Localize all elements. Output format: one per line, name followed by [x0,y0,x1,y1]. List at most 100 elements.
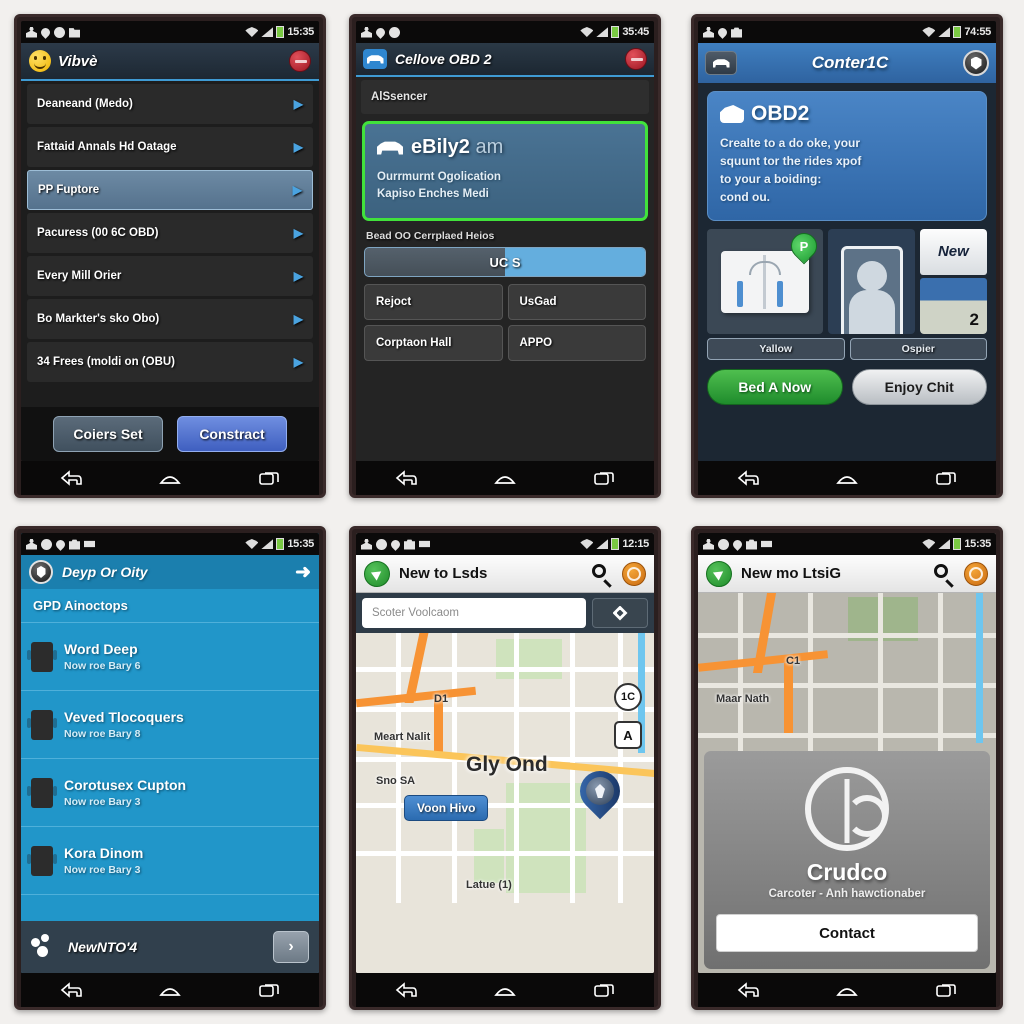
cell-obd-promo: 74:55 Conter1C OBD2 Crealte to a do oke,… [670,0,1024,512]
back-icon[interactable] [393,469,419,487]
footer-next-button[interactable]: › [273,931,309,963]
page-title: Conter1C [811,53,889,72]
recents-icon[interactable] [256,469,282,487]
home-icon[interactable] [157,469,183,487]
home-icon[interactable] [492,981,518,999]
search-icon[interactable] [591,563,613,588]
chevron-right-icon: ▶ [292,183,302,197]
enjoy-chit-button[interactable]: Enjoy Chit [851,369,987,405]
home-icon[interactable] [492,469,518,487]
connection-hall-button[interactable]: Corptaon Hall [364,325,503,362]
home-icon[interactable] [157,981,183,999]
system-nav-bar-1 [21,461,319,495]
map-marker-round[interactable]: 1C [614,683,642,711]
list-item[interactable]: Veved Tlocoquers Now roe Bary 8 [21,691,319,759]
arrow-right-icon[interactable]: ➜ [295,561,311,584]
chevron-right-icon: ▶ [293,312,303,326]
list-item[interactable]: Every Mill Orier ▶ [27,256,313,296]
device-card[interactable]: eBily2 am Ourrmurnt Ogolication Kapiso E… [362,121,648,222]
wifi-icon [580,539,594,549]
driver-illustration [840,246,903,334]
promo-tiles: P New 2 [707,229,987,334]
map-street-label: Meart Nalit [374,731,431,743]
contact-button[interactable]: Contact [716,914,978,952]
new-badge: New [919,229,987,275]
device-sub: Now roe Bary 6 [64,660,141,672]
appo-button[interactable]: APPO [507,325,646,362]
shield-icon-button[interactable] [963,50,989,76]
car-icon-button[interactable] [705,51,737,75]
recents-icon[interactable] [591,469,617,487]
device-name: Kora Dinom [64,845,144,861]
close-button[interactable] [289,50,311,72]
recents-icon[interactable] [591,981,617,999]
upload-button[interactable]: UsGad [507,284,646,321]
page-title: Vibvè [58,52,98,70]
hero-line-3: to your a boiding: [720,172,822,186]
covers-set-button[interactable]: Coiers Set [53,416,163,452]
home-icon[interactable] [834,981,860,999]
hero-line-1: Crealte to a do oke, your [720,136,861,150]
chevron-right-icon: ▶ [293,97,303,111]
cell-vehicle-settings: 15:35 Vibvè Deaneand (Medo) ▶ Fattaid An… [0,0,340,512]
back-icon[interactable] [58,469,84,487]
reject-button[interactable]: Rejoct [364,284,503,321]
device-name: Veved Tlocoquers [64,709,184,725]
close-button[interactable] [625,48,647,70]
search-input[interactable]: Scoter Voolcaom [362,598,586,628]
globe-icon[interactable] [964,561,988,586]
pin-icon [731,537,744,551]
construct-button[interactable]: Constract [177,416,287,452]
search-icon[interactable] [933,563,955,588]
device-card-body: Ourrmurnt Ogolication Kapiso Enches Medi [377,169,633,202]
wifi-icon [922,27,936,37]
list-item[interactable]: Bo Markter's sko Obo) ▶ [27,299,313,339]
slider-label: Bead OO Cerrplaed Heios [366,230,495,243]
tile-driver[interactable] [828,229,915,334]
tile-label-yellow[interactable]: Yallow [707,338,845,360]
home-icon[interactable] [834,469,860,487]
back-icon[interactable] [735,469,761,487]
phone-frame-5: 12:15 New to Lsds Scoter Voolcaom Meart … [349,526,661,1010]
system-nav-bar-4 [21,973,319,1007]
list-item[interactable]: Kora Dinom Now roe Bary 3 [21,827,319,895]
list-item[interactable]: Fattaid Annals Hd Oatage ▶ [27,127,313,167]
tile-label-ospier[interactable]: Ospier [849,338,987,360]
map-bottom-label: Latue (1) [466,879,512,891]
recents-icon[interactable] [933,981,959,999]
mail-icon [84,540,95,548]
navigation-logo-icon [364,560,390,587]
bed-a-now-button[interactable]: Bed A Now [707,369,843,405]
status-time: 35:45 [622,26,649,38]
list-item[interactable]: Corotusex Cupton Now roe Bary 3 [21,759,319,827]
recents-icon[interactable] [256,981,282,999]
pin-icon [716,25,729,39]
list-item-selected[interactable]: PP Fuptore ▶ [27,170,313,210]
list-item[interactable]: Deaneand (Medo) ▶ [27,84,313,124]
map-info-chip[interactable]: Voon Hivo [404,795,489,821]
mini-map-thumbnail: 2 [919,277,987,334]
locate-button[interactable] [592,598,648,628]
list-item[interactable]: 34 Frees (moldi on (OBU) ▶ [27,342,313,382]
list-item[interactable]: Pacuress (00 6C OBD) ▶ [27,213,313,253]
screen-obd-promo: 74:55 Conter1C OBD2 Crealte to a do oke,… [698,21,996,461]
map-marker-square[interactable]: A [614,721,642,749]
tile-parking[interactable]: P [707,229,824,334]
back-icon[interactable] [58,981,84,999]
recents-icon[interactable] [933,469,959,487]
system-nav-bar-2 [356,461,654,495]
map-canvas[interactable]: Meart Nalit D1 Sno SA Gly Ond Latue (1) … [356,633,654,973]
car-icon [377,141,403,155]
globe-icon[interactable] [622,561,646,586]
promo-hero-card: OBD2 Crealte to a do oke, your squunt to… [707,91,987,221]
lock-icon [731,27,742,38]
back-icon[interactable] [735,981,761,999]
list-item[interactable]: Word Deep Now roe Bary 6 [21,623,319,691]
action-bar-1: Coiers Set Constract [21,407,319,461]
progress-slider[interactable]: UC S [364,247,646,278]
back-icon[interactable] [393,981,419,999]
tile-news[interactable]: New 2 [919,229,987,334]
camera-icon [404,539,415,550]
clock-icon [718,538,729,550]
map-canvas[interactable]: Maar Nath C1 Crudco Carcoter - Anh hawct… [698,593,996,973]
